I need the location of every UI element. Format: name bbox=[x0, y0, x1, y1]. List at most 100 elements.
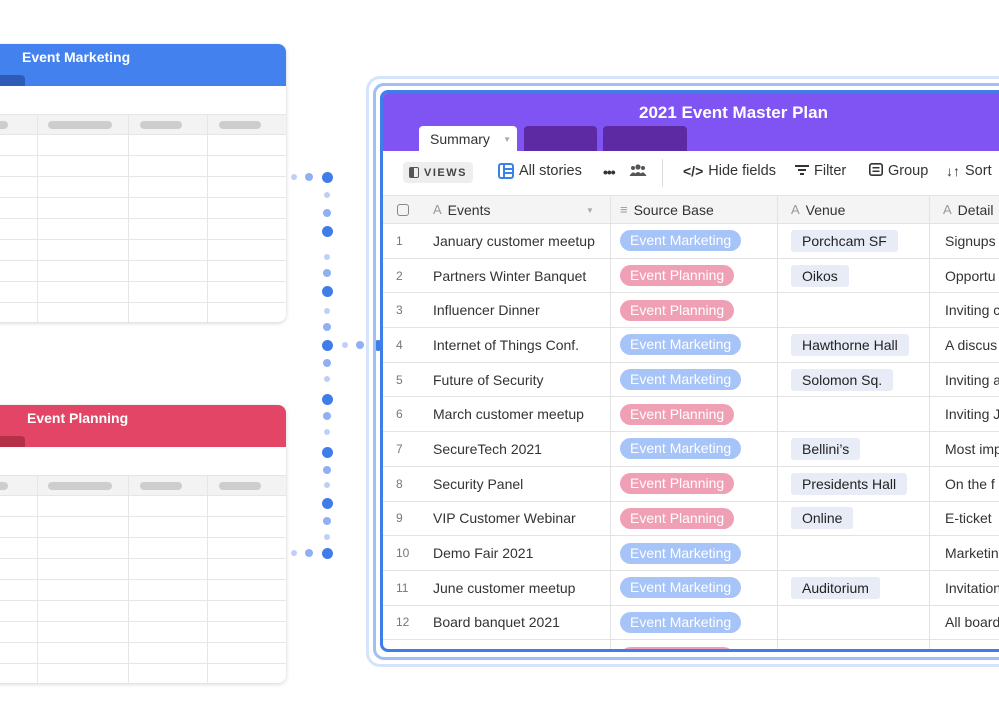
detail-cell[interactable]: Inviting J bbox=[945, 397, 999, 431]
row-number: 4 bbox=[396, 337, 403, 352]
event-name-cell[interactable]: SecureTech 2021 bbox=[433, 432, 608, 466]
venue-cell[interactable]: Presidents Hall bbox=[791, 467, 908, 501]
tab-placeholder-1[interactable] bbox=[524, 126, 597, 151]
table-row[interactable]: 11 June customer meetup Event Marketing Aud… bbox=[383, 570, 999, 606]
tab-placeholder-2[interactable] bbox=[603, 126, 687, 151]
row-number: 11 bbox=[396, 580, 409, 595]
table-row[interactable]: 3 Influencer Dinner Event Planning Inviting… bbox=[383, 293, 999, 329]
chevron-down-icon[interactable]: ▼ bbox=[586, 206, 594, 215]
chevron-down-icon[interactable]: ▼ bbox=[503, 135, 511, 144]
table-row[interactable]: 6 March customer meetup Event Planning Invi… bbox=[383, 397, 999, 433]
table-row[interactable]: 12 Board banquet 2021 Event Marketing All b… bbox=[383, 605, 999, 641]
table-row[interactable]: Event Planning bbox=[383, 640, 999, 649]
table-row[interactable]: 4 Internet of Things Conf. Event Marketing… bbox=[383, 328, 999, 363]
table-row[interactable]: 7 SecureTech 2021 Event Marketing Bellini’s… bbox=[383, 432, 999, 467]
event-name-cell[interactable]: Influencer Dinner bbox=[433, 293, 608, 327]
venue-cell[interactable]: Hawthorne Hall bbox=[791, 328, 909, 362]
collaborators-icon[interactable] bbox=[629, 163, 647, 177]
column-divider bbox=[777, 466, 778, 501]
views-button[interactable]: VIEWS bbox=[403, 162, 473, 183]
connector-dot bbox=[321, 339, 333, 351]
table-row[interactable]: 2 Partners Winter Banquet Event Planning Oi… bbox=[383, 258, 999, 294]
column-header-venue[interactable]: A Venue bbox=[791, 196, 845, 223]
venue-cell[interactable]: Porchcam SF bbox=[791, 224, 898, 258]
source-base-cell[interactable]: Event Planning bbox=[620, 640, 735, 649]
detail-cell[interactable]: Opportu bbox=[945, 259, 996, 293]
event-name-cell[interactable] bbox=[433, 640, 608, 649]
detail-cell[interactable]: All board bbox=[945, 606, 999, 640]
event-marketing-base-card[interactable]: Event Marketing bbox=[0, 44, 286, 322]
views-label: VIEWS bbox=[424, 166, 467, 179]
venue-cell[interactable]: Oikos bbox=[791, 259, 849, 293]
source-base-cell[interactable]: Event Marketing bbox=[620, 536, 742, 570]
detail-cell[interactable]: Invitation bbox=[945, 571, 999, 605]
view-switcher[interactable]: All stories bbox=[498, 163, 582, 179]
column-divider bbox=[929, 432, 930, 466]
sort-label: Sort bbox=[965, 163, 992, 179]
more-options-icon[interactable]: ••• bbox=[603, 164, 616, 180]
source-base-cell[interactable]: Event Planning bbox=[620, 259, 735, 293]
column-header-source-base[interactable]: ≡ Source Base bbox=[620, 196, 714, 223]
column-divider bbox=[777, 640, 778, 649]
event-name-cell[interactable]: Security Panel bbox=[433, 467, 608, 501]
row-number: 2 bbox=[396, 268, 403, 283]
table-row[interactable]: 8 Security Panel Event Planning Presidents … bbox=[383, 466, 999, 502]
event-planning-row bbox=[0, 580, 286, 601]
source-base-cell[interactable]: Event Marketing bbox=[620, 224, 742, 258]
column-divider bbox=[610, 397, 611, 432]
source-base-cell[interactable]: Event Marketing bbox=[620, 328, 742, 362]
event-name-cell[interactable]: Board banquet 2021 bbox=[433, 606, 608, 640]
event-name-cell[interactable]: VIP Customer Webinar bbox=[433, 502, 608, 536]
venue-cell[interactable]: Solomon Sq. bbox=[791, 363, 894, 397]
event-name-cell[interactable]: Internet of Things Conf. bbox=[433, 328, 608, 362]
sort-icon: ↓↑ bbox=[946, 163, 960, 179]
group-button[interactable]: Group bbox=[869, 163, 928, 179]
detail-cell[interactable]: Inviting a bbox=[945, 363, 999, 397]
detail-cell[interactable]: A discus bbox=[945, 328, 997, 362]
event-name-cell[interactable]: June customer meetup bbox=[433, 571, 608, 605]
detail-cell[interactable]: On the f bbox=[945, 467, 995, 501]
event-name-cell[interactable]: Demo Fair 2021 bbox=[433, 536, 608, 570]
source-base-cell[interactable]: Event Marketing bbox=[620, 606, 742, 640]
event-name-cell[interactable]: March customer meetup bbox=[433, 397, 608, 431]
table-row[interactable]: 5 Future of Security Event Marketing Solomo… bbox=[383, 362, 999, 398]
event-marketing-row bbox=[0, 135, 286, 156]
event-name-cell[interactable]: January customer meetup bbox=[433, 224, 608, 258]
event-name: Board banquet 2021 bbox=[433, 614, 560, 631]
column-header-events[interactable]: A Events ▼ bbox=[433, 196, 608, 223]
detail-cell[interactable]: Inviting c bbox=[945, 293, 999, 327]
detail-cell[interactable]: E-ticket bbox=[945, 502, 992, 536]
detail-cell[interactable]: Marketin bbox=[945, 536, 999, 570]
source-base-cell[interactable]: Event Planning bbox=[620, 467, 735, 501]
source-base-cell[interactable]: Event Planning bbox=[620, 502, 735, 536]
venue-cell[interactable]: Online bbox=[791, 502, 854, 536]
table-row[interactable]: 1 January customer meetup Event Marketing P… bbox=[383, 224, 999, 259]
column-divider bbox=[128, 475, 129, 683]
event-planning-base-card[interactable]: Event Planning bbox=[0, 405, 286, 683]
source-base-cell[interactable]: Event Marketing bbox=[620, 363, 742, 397]
select-all-checkbox[interactable] bbox=[397, 196, 409, 223]
venue-cell[interactable]: Auditorium bbox=[791, 571, 880, 605]
view-toolbar: VIEWS All stories ••• </> Hide fields Fi… bbox=[383, 151, 999, 196]
venue-cell[interactable]: Bellini’s bbox=[791, 432, 861, 466]
detail-cell[interactable]: Most imp bbox=[945, 432, 999, 466]
hide-fields-button[interactable]: </> Hide fields bbox=[683, 163, 776, 179]
source-base-cell[interactable]: Event Marketing bbox=[620, 432, 742, 466]
event-name-cell[interactable]: Future of Security bbox=[433, 363, 608, 397]
source-base-cell[interactable]: Event Planning bbox=[620, 397, 735, 431]
source-base-cell[interactable]: Event Planning bbox=[620, 293, 735, 327]
group-icon bbox=[869, 163, 883, 179]
column-divider bbox=[777, 293, 778, 328]
event-name-cell[interactable]: Partners Winter Banquet bbox=[433, 259, 608, 293]
detail-cell[interactable]: Signups bbox=[945, 224, 996, 258]
filter-button[interactable]: Filter bbox=[795, 163, 846, 179]
source-base-cell[interactable]: Event Marketing bbox=[620, 571, 742, 605]
column-divider bbox=[777, 432, 778, 466]
sort-button[interactable]: ↓↑ Sort bbox=[946, 163, 992, 179]
column-divider bbox=[207, 114, 208, 322]
table-row[interactable]: 10 Demo Fair 2021 Event Marketing Marketin bbox=[383, 536, 999, 571]
column-header-detail[interactable]: A Detail bbox=[943, 196, 993, 223]
table-row[interactable]: 9 VIP Customer Webinar Event Planning Onlin… bbox=[383, 501, 999, 537]
tab-summary[interactable]: Summary ▼ bbox=[419, 126, 517, 151]
source-base-tag: Event Marketing bbox=[620, 577, 742, 599]
